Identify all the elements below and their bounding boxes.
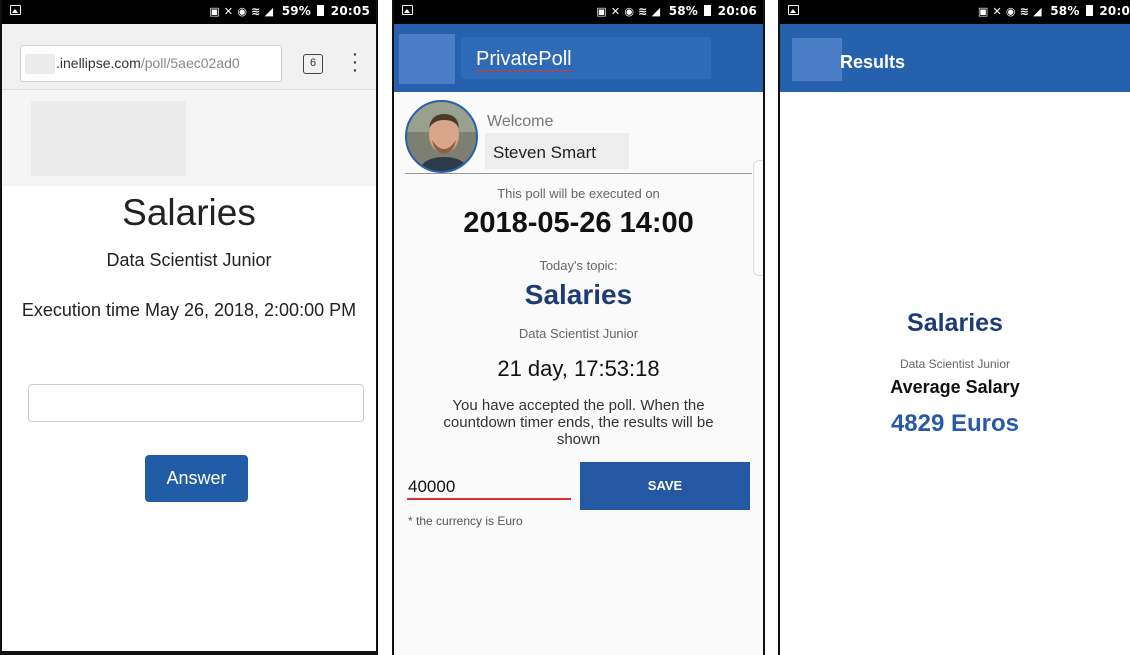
poll-subtitle: Data Scientist Junior: [106, 250, 272, 270]
execution-label: This poll will be executed on: [497, 186, 660, 201]
logo: [31, 101, 186, 176]
salary-input[interactable]: 40000: [408, 477, 455, 497]
average-salary-value: 4829 Euros: [890, 410, 1020, 437]
result-topic: Salaries: [907, 309, 1003, 337]
url-redacted: [25, 54, 55, 75]
address-bar[interactable]: .inellipse.com/poll/5aec02ad0: [20, 45, 282, 82]
status-indicators: ▣ ✕ ◉ ≋ ◢ 58% 20:0: [978, 4, 1130, 18]
url-path: /poll/5aec02ad0: [140, 55, 240, 71]
results-screen: ▣ ✕ ◉ ≋ ◢ 58% 20:0 Results Salaries Data…: [778, 0, 1130, 655]
poll-screen: ▣ ✕ ◉ ≋ ◢ 58% 20:06 PrivatePoll Welcome …: [392, 0, 765, 655]
picture-icon: [788, 5, 799, 15]
result-subtitle: Data Scientist Junior: [899, 357, 1011, 371]
battery-icon: [1085, 5, 1093, 16]
status-icons: ▣ ✕ ◉ ≋ ◢: [977, 5, 1042, 18]
status-time: 20:06: [717, 4, 757, 18]
battery-percent: 58%: [1050, 4, 1080, 18]
poll-title: Salaries: [122, 192, 256, 233]
answer-input[interactable]: [28, 384, 364, 422]
save-button[interactable]: SAVE: [580, 462, 750, 510]
topic-title: Salaries: [524, 279, 633, 310]
salary-input-underline: [407, 498, 571, 500]
divider: [405, 173, 752, 174]
status-bar: ▣ ✕ ◉ ≋ ◢ 59% 20:05: [2, 0, 376, 24]
status-time: 20:05: [330, 4, 370, 18]
battery-icon: [704, 5, 712, 16]
browser-screen: ▣ ✕ ◉ ≋ ◢ 59% 20:05 .inellipse.com/poll/…: [0, 0, 378, 655]
status-bar: ▣ ✕ ◉ ≋ ◢ 58% 20:0: [780, 0, 1130, 24]
accepted-message: You have accepted the poll. When the cou…: [443, 397, 714, 448]
app-title: PrivatePoll: [476, 48, 572, 71]
topic-label: Today's topic:: [539, 258, 618, 273]
execution-time: Execution time May 26, 2018, 2:00:00 PM: [21, 300, 357, 320]
answer-button[interactable]: Answer: [145, 455, 248, 502]
average-salary-label: Average Salary: [890, 377, 1020, 397]
browser-toolbar: .inellipse.com/poll/5aec02ad0 6 · · ·: [2, 24, 376, 90]
more-vert-icon[interactable]: · · ·: [349, 44, 361, 80]
url-host: .inellipse.com: [56, 55, 141, 71]
currency-note: * the currency is Euro: [408, 514, 523, 528]
status-icons: ▣ ✕ ◉ ≋ ◢: [596, 5, 661, 18]
status-bar: ▣ ✕ ◉ ≋ ◢ 58% 20:06: [394, 0, 763, 24]
user-name: Steven Smart: [493, 143, 596, 162]
picture-icon: [402, 5, 413, 15]
battery-percent: 58%: [668, 4, 699, 18]
topic-subtitle: Data Scientist Junior: [518, 326, 639, 341]
picture-icon: [10, 5, 21, 15]
frame-border: [2, 651, 376, 653]
countdown-timer: 21 day, 17:53:18: [497, 356, 660, 381]
status-icons: ▣ ✕ ◉ ≋ ◢: [209, 5, 274, 18]
app-logo: [399, 34, 455, 84]
tabs-icon[interactable]: 6: [303, 54, 323, 74]
status-time: 20:0: [1099, 4, 1130, 18]
app-title: Results: [840, 52, 906, 72]
battery-percent: 59%: [281, 4, 312, 18]
status-indicators: ▣ ✕ ◉ ≋ ◢ 59% 20:05: [209, 4, 370, 18]
avatar: [405, 100, 478, 173]
welcome-label: Welcome: [487, 113, 554, 130]
battery-icon: [317, 5, 325, 16]
execution-date: 2018-05-26 14:00: [463, 207, 694, 239]
app-logo: [792, 38, 842, 81]
status-indicators: ▣ ✕ ◉ ≋ ◢ 58% 20:06: [596, 4, 757, 18]
